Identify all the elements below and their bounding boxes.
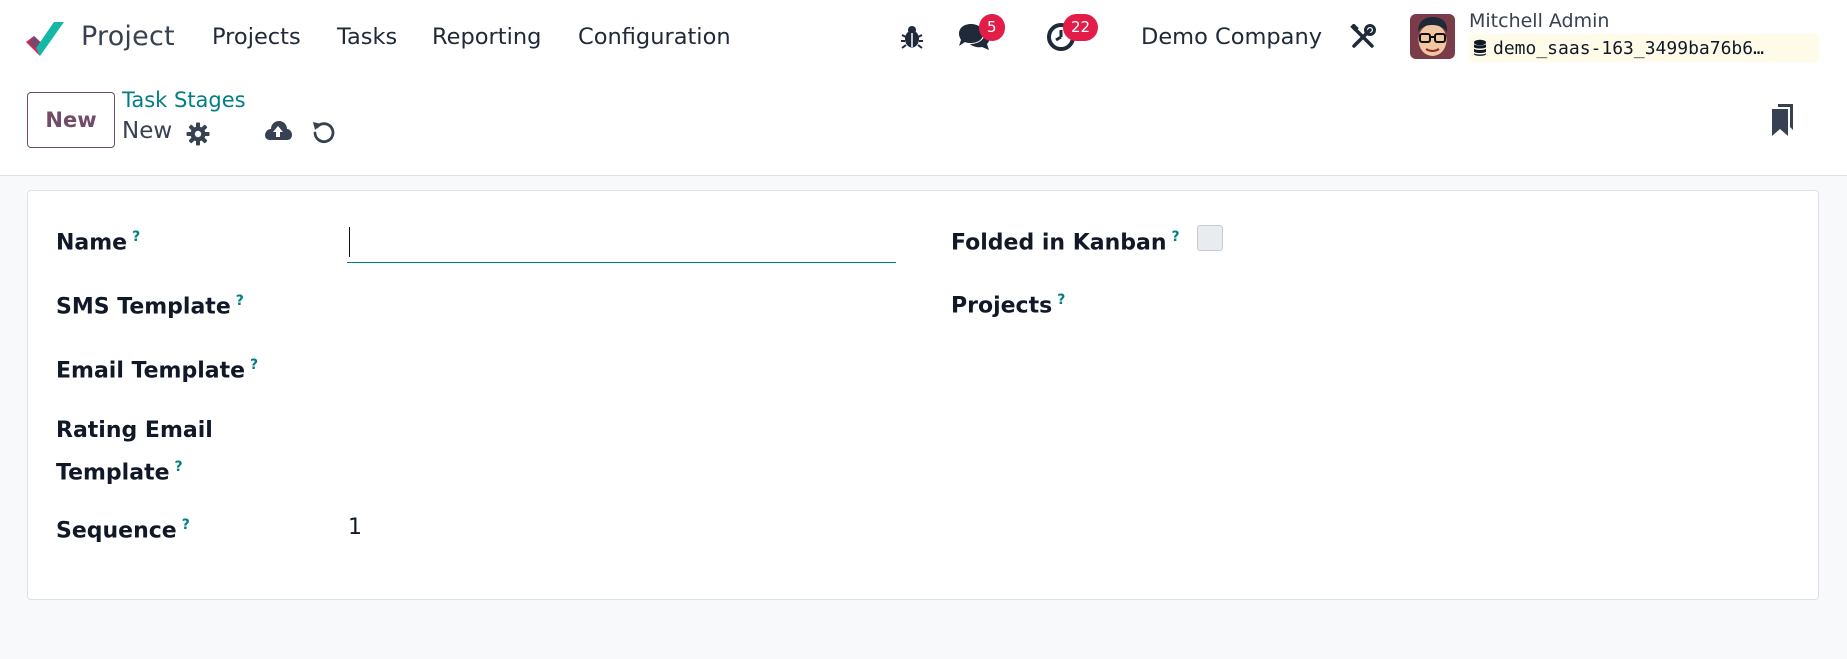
user-avatar[interactable] xyxy=(1410,14,1455,59)
folded-in-kanban-label: Folded in Kanban? xyxy=(951,219,1180,261)
rating-email-template-label: Rating Email Template? xyxy=(56,413,213,491)
projects-label: Projects? xyxy=(951,282,1065,324)
top-navbar: Project Projects Tasks Reporting Configu… xyxy=(0,0,1847,74)
menu-projects[interactable]: Projects xyxy=(212,24,301,50)
text-cursor xyxy=(349,227,350,257)
breadcrumb-task-stages[interactable]: Task Stages xyxy=(122,88,246,112)
new-button[interactable]: New xyxy=(27,92,115,148)
sequence-value[interactable]: 1 xyxy=(348,515,362,540)
activities-count-badge: 22 xyxy=(1063,14,1099,41)
bookmarks-icon[interactable] xyxy=(1771,104,1795,136)
control-panel: New Task Stages New xyxy=(0,74,1847,176)
sequence-label-text: Sequence xyxy=(56,518,177,544)
undo-icon[interactable] xyxy=(312,120,336,144)
sequence-help-tooltip[interactable]: ? xyxy=(182,517,190,533)
app-name[interactable]: Project xyxy=(81,21,175,52)
database-icon xyxy=(1474,39,1486,56)
email-template-label-text: Email Template xyxy=(56,358,246,384)
menu-configuration[interactable]: Configuration xyxy=(578,24,731,50)
rating-email-template-label-line2: Template xyxy=(56,460,170,486)
folded-in-kanban-checkbox[interactable] xyxy=(1197,225,1223,251)
project-app-logo-icon[interactable] xyxy=(24,20,66,56)
sms-template-label: SMS Template? xyxy=(56,283,244,325)
menu-tasks[interactable]: Tasks xyxy=(337,24,397,50)
email-template-help-tooltip[interactable]: ? xyxy=(250,357,258,373)
sms-template-label-text: SMS Template xyxy=(56,294,231,320)
name-label-text: Name xyxy=(56,230,128,256)
projects-label-text: Projects xyxy=(951,293,1053,319)
sms-template-help-tooltip[interactable]: ? xyxy=(236,293,244,309)
projects-help-tooltip[interactable]: ? xyxy=(1057,292,1065,308)
database-indicator: demo_saas-163_3499ba76b6… xyxy=(1469,34,1819,62)
name-help-tooltip[interactable]: ? xyxy=(132,229,140,245)
form-sheet: Name? SMS Template? Email Template? Rati… xyxy=(27,190,1819,600)
breadcrumb-current-record: New xyxy=(122,118,173,144)
cloud-upload-icon[interactable] xyxy=(263,118,293,144)
tools-icon[interactable] xyxy=(1350,24,1376,50)
sequence-label: Sequence? xyxy=(56,507,190,549)
menu-reporting[interactable]: Reporting xyxy=(432,24,541,50)
rating-email-template-label-line1: Rating Email xyxy=(56,418,213,443)
bug-icon[interactable] xyxy=(900,24,924,50)
folded-in-kanban-label-text: Folded in Kanban xyxy=(951,230,1167,256)
email-template-label: Email Template? xyxy=(56,347,258,389)
name-label: Name? xyxy=(56,219,140,261)
messages-count-badge: 5 xyxy=(979,14,1005,41)
folded-in-kanban-help-tooltip[interactable]: ? xyxy=(1172,229,1180,245)
gear-icon[interactable] xyxy=(186,122,210,146)
database-name: demo_saas-163_3499ba76b6… xyxy=(1493,37,1764,59)
rating-email-template-help-tooltip[interactable]: ? xyxy=(175,459,183,475)
company-switcher[interactable]: Demo Company xyxy=(1141,24,1322,50)
name-input[interactable] xyxy=(347,223,896,263)
user-name[interactable]: Mitchell Admin xyxy=(1469,10,1609,32)
